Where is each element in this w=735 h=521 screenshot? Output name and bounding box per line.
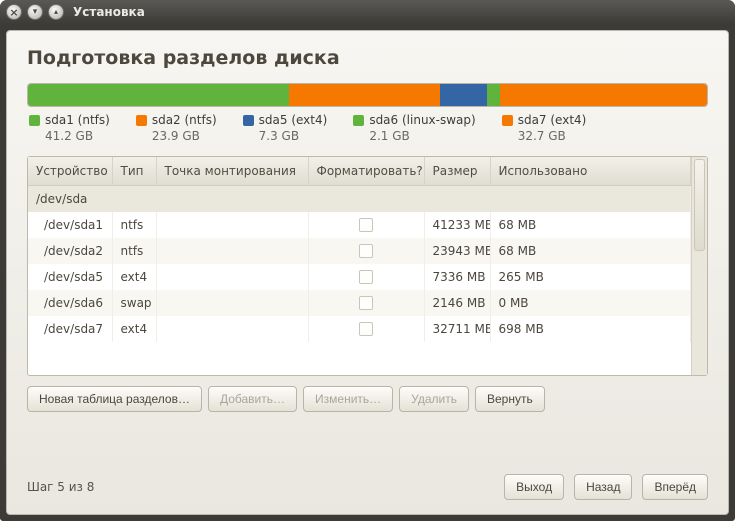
format-checkbox[interactable] bbox=[359, 296, 373, 310]
format-checkbox[interactable] bbox=[359, 244, 373, 258]
table-row[interactable]: /dev/sda6swap2146 MB0 MB bbox=[28, 290, 691, 316]
forward-button[interactable]: Вперёд bbox=[642, 474, 708, 500]
maximize-icon[interactable]: ▴ bbox=[48, 4, 64, 20]
disk-segment bbox=[500, 84, 707, 106]
close-icon[interactable]: × bbox=[6, 4, 22, 20]
table-row[interactable]: /dev/sda7ext432711 MB698 MB bbox=[28, 316, 691, 342]
change-button: Изменить… bbox=[303, 386, 393, 412]
page-title: Подготовка разделов диска bbox=[27, 47, 708, 69]
table-row[interactable]: /dev/sda2ntfs23943 MB68 MB bbox=[28, 238, 691, 264]
legend-swatch bbox=[353, 115, 364, 126]
table-row[interactable]: /dev/sda bbox=[28, 186, 691, 213]
legend-label: sda2 (ntfs) bbox=[152, 113, 217, 129]
legend-label: sda6 (linux-swap) bbox=[369, 113, 475, 129]
legend-item: sda5 (ext4)7.3 GB bbox=[243, 113, 328, 144]
legend-swatch bbox=[136, 115, 147, 126]
footer: Шаг 5 из 8 Выход Назад Вперёд bbox=[27, 474, 708, 500]
legend-size: 32.7 GB bbox=[518, 129, 587, 145]
disk-segment bbox=[28, 84, 289, 106]
legend-label: sda7 (ext4) bbox=[518, 113, 587, 129]
minimize-icon[interactable]: ▾ bbox=[27, 4, 43, 20]
table-row[interactable]: /dev/sda5ext47336 MB265 MB bbox=[28, 264, 691, 290]
scrollbar[interactable] bbox=[691, 157, 707, 375]
disk-segment bbox=[440, 84, 486, 106]
disk-usage-bar bbox=[27, 83, 708, 107]
disk-segment bbox=[289, 84, 440, 106]
window-title: Установка bbox=[73, 5, 145, 19]
disk-segment bbox=[487, 84, 500, 106]
client-area: Подготовка разделов диска sda1 (ntfs)41.… bbox=[6, 30, 729, 515]
table-header-row: Устройство Тип Точка монтирования Формат… bbox=[28, 157, 691, 186]
legend-label: sda1 (ntfs) bbox=[45, 113, 110, 129]
installer-window: × ▾ ▴ Установка Подготовка разделов диск… bbox=[0, 0, 735, 521]
new-partition-table-button[interactable]: Новая таблица разделов… bbox=[27, 386, 202, 412]
revert-button[interactable]: Вернуть bbox=[475, 386, 545, 412]
titlebar[interactable]: × ▾ ▴ Установка bbox=[0, 0, 735, 24]
format-checkbox[interactable] bbox=[359, 322, 373, 336]
back-button[interactable]: Назад bbox=[574, 474, 632, 500]
legend-item: sda6 (linux-swap)2.1 GB bbox=[353, 113, 475, 144]
legend-size: 2.1 GB bbox=[369, 129, 475, 145]
legend-label: sda5 (ext4) bbox=[259, 113, 328, 129]
legend-swatch bbox=[243, 115, 254, 126]
quit-button[interactable]: Выход bbox=[504, 474, 564, 500]
scrollbar-thumb[interactable] bbox=[694, 159, 705, 251]
legend-size: 41.2 GB bbox=[45, 129, 110, 145]
table-row[interactable]: /dev/sda1ntfs41233 MB68 MB bbox=[28, 212, 691, 238]
col-used[interactable]: Использовано bbox=[490, 157, 691, 186]
col-size[interactable]: Размер bbox=[424, 157, 490, 186]
delete-button: Удалить bbox=[399, 386, 469, 412]
format-checkbox[interactable] bbox=[359, 218, 373, 232]
step-indicator: Шаг 5 из 8 bbox=[27, 480, 94, 494]
col-format[interactable]: Форматировать? bbox=[308, 157, 424, 186]
partition-toolbar: Новая таблица разделов… Добавить… Измени… bbox=[27, 386, 708, 412]
legend-swatch bbox=[29, 115, 40, 126]
col-device[interactable]: Устройство bbox=[28, 157, 112, 186]
disk-legend: sda1 (ntfs)41.2 GB sda2 (ntfs)23.9 GB sda5… bbox=[27, 107, 708, 156]
partition-table: Устройство Тип Точка монтирования Формат… bbox=[27, 156, 708, 376]
legend-size: 23.9 GB bbox=[152, 129, 217, 145]
format-checkbox[interactable] bbox=[359, 270, 373, 284]
legend-size: 7.3 GB bbox=[259, 129, 328, 145]
legend-item: sda2 (ntfs)23.9 GB bbox=[136, 113, 217, 144]
legend-item: sda7 (ext4)32.7 GB bbox=[502, 113, 587, 144]
col-type[interactable]: Тип bbox=[112, 157, 156, 186]
legend-item: sda1 (ntfs)41.2 GB bbox=[29, 113, 110, 144]
legend-swatch bbox=[502, 115, 513, 126]
add-button: Добавить… bbox=[208, 386, 297, 412]
col-mount[interactable]: Точка монтирования bbox=[156, 157, 308, 186]
